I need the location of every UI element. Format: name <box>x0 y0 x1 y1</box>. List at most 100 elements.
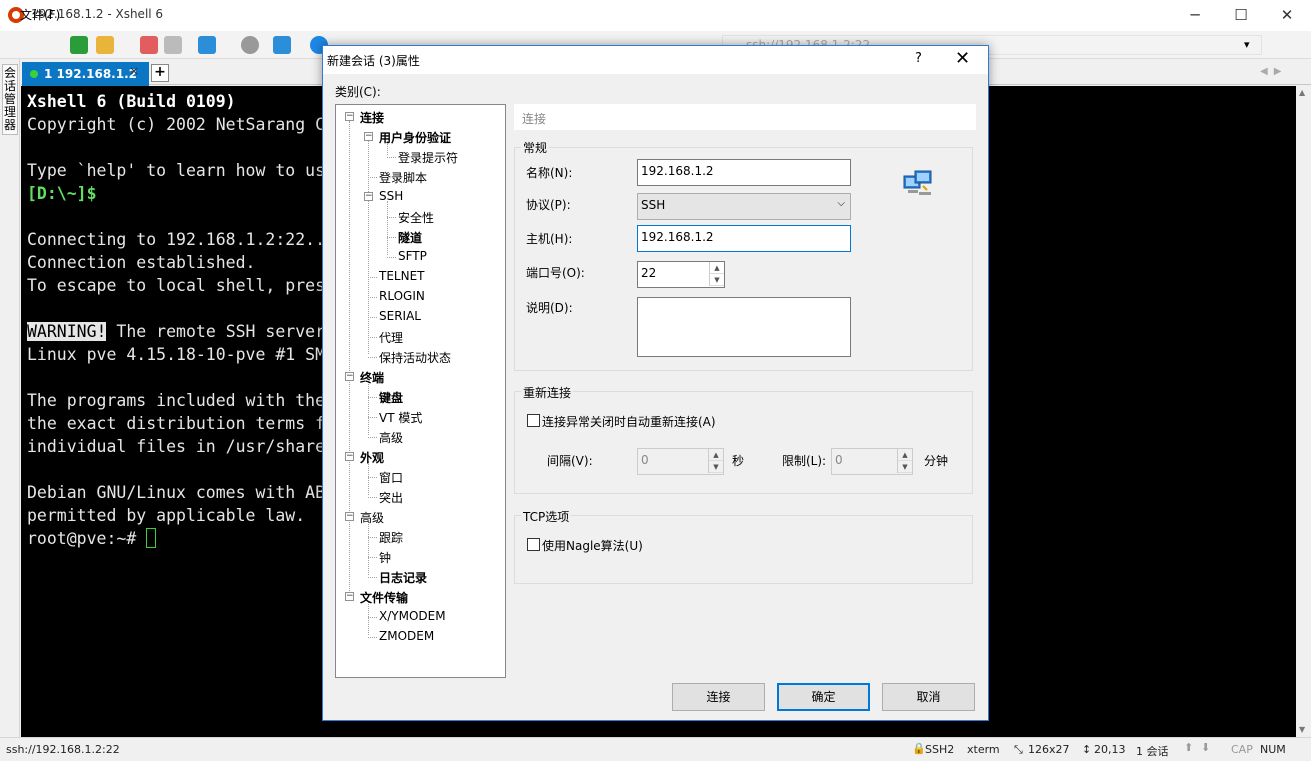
name-label: 名称(N): <box>526 166 573 180</box>
description-label: 说明(D): <box>526 301 573 315</box>
prev-session-icon[interactable]: ⬆ <box>1184 741 1193 754</box>
general-group-title: 常规 <box>521 139 550 156</box>
copy-paste-icon[interactable] <box>273 36 291 54</box>
maximize-button[interactable]: ☐ <box>1218 0 1264 31</box>
interval-label: 间隔(V): <box>547 454 593 468</box>
interval-value: 0 <box>641 453 649 467</box>
tab-close-icon[interactable]: × <box>129 64 139 78</box>
minimize-button[interactable]: ─ <box>1172 0 1218 31</box>
reconnect-group-title: 重新连接 <box>521 384 574 401</box>
dialog-close-button[interactable]: ✕ <box>955 48 970 69</box>
tree-item[interactable]: SERIAL <box>379 309 421 323</box>
terminal-scrollbar[interactable] <box>1296 86 1311 737</box>
auto-reconnect-label: 连接异常关闭时自动重新连接(A) <box>542 415 716 429</box>
terminal-cursor <box>146 528 157 548</box>
tree-item[interactable]: 保持活动状态 <box>379 349 451 366</box>
tree-item[interactable]: SFTP <box>398 249 427 263</box>
find-icon[interactable] <box>241 36 259 54</box>
cancel-button[interactable]: 取消 <box>882 683 975 711</box>
tree-item[interactable]: RLOGIN <box>379 289 425 303</box>
tree-expander-icon[interactable]: − <box>345 512 354 521</box>
description-field[interactable] <box>637 297 851 357</box>
tree-item[interactable]: 跟踪 <box>379 529 403 546</box>
protocol-select[interactable]: SSH ⌵ <box>637 193 851 220</box>
tree-item[interactable]: 日志记录 <box>379 569 427 586</box>
tree-item[interactable]: 窗口 <box>379 469 403 486</box>
disconnect-icon[interactable] <box>140 36 158 54</box>
tree-item[interactable]: X/YMODEM <box>379 609 446 623</box>
tree-item[interactable]: 突出 <box>379 489 403 506</box>
protocol-label: 协议(P): <box>526 198 571 212</box>
new-tab-button[interactable]: + <box>151 64 169 82</box>
session-manager-tab[interactable]: 会话管理器 <box>2 64 18 135</box>
session-manager-strip <box>0 59 20 737</box>
nagle-checkbox[interactable] <box>527 538 540 551</box>
status-protocol: SSH2 <box>925 743 955 756</box>
dialog-title: 新建会话 (3)属性 <box>327 54 420 68</box>
interval-spinner[interactable]: ▲ ▼ <box>708 449 723 473</box>
tree-expander-icon[interactable]: − <box>364 132 373 141</box>
tree-expander-icon[interactable]: − <box>345 452 354 461</box>
category-label: 类别(C): <box>335 85 381 99</box>
tree-item[interactable]: 外观 <box>360 449 384 466</box>
lock-icon: 🔒 <box>912 742 926 755</box>
term-line: the exact distribution terms f <box>27 414 326 433</box>
tree-item[interactable]: ZMODEM <box>379 629 434 643</box>
nagle-label: 使用Nagle算法(U) <box>542 539 643 553</box>
limit-unit: 分钟 <box>924 454 949 468</box>
tree-expander-icon[interactable]: − <box>364 192 373 201</box>
tree-expander-icon[interactable]: − <box>345 592 354 601</box>
tree-item[interactable]: 登录脚本 <box>379 169 427 186</box>
file-menu[interactable]: 文件(F) <box>20 6 60 23</box>
scroll-up-icon[interactable]: ▲ <box>1299 88 1305 97</box>
status-caps: CAP <box>1231 743 1253 756</box>
reconnect-icon[interactable] <box>164 36 182 54</box>
network-computers-icon <box>903 170 935 200</box>
port-spinner[interactable]: ▲ ▼ <box>709 262 724 286</box>
tree-item[interactable]: 键盘 <box>379 389 403 406</box>
close-window-button[interactable]: ✕ <box>1264 0 1310 31</box>
tree-item[interactable]: SSH <box>379 189 403 203</box>
tree-item[interactable]: 用户身份验证 <box>379 129 451 146</box>
tree-item[interactable]: VT 模式 <box>379 409 422 426</box>
tree-item[interactable]: TELNET <box>379 269 425 283</box>
help-button[interactable]: ? <box>915 51 922 66</box>
tree-item[interactable]: 高级 <box>379 429 403 446</box>
address-dropdown-icon[interactable]: ▾ <box>1244 38 1250 51</box>
status-size: 126x27 <box>1028 743 1070 756</box>
tree-expander-icon[interactable]: − <box>345 372 354 381</box>
category-tree[interactable]: − 连接 − 用户身份验证 登录提示符 登录脚本 − SSH 安全性 隧道 SFTP TELNET RL… <box>335 104 506 678</box>
new-session-icon[interactable] <box>70 36 88 54</box>
spin-down-icon: ▼ <box>898 461 912 473</box>
scroll-down-icon[interactable]: ▼ <box>1299 725 1305 734</box>
protocol-value: SSH <box>641 198 666 212</box>
term-line: The programs included with the <box>27 391 326 410</box>
properties-icon[interactable] <box>198 36 216 54</box>
connected-status-icon <box>30 70 38 78</box>
tcp-group-title: TCP选项 <box>521 508 572 525</box>
tree-item[interactable]: 登录提示符 <box>398 149 458 166</box>
spin-up-icon: ▲ <box>709 449 723 461</box>
term-line: Copyright (c) 2002 NetSarang C <box>27 115 326 134</box>
tree-item[interactable]: 代理 <box>379 329 403 346</box>
tree-item[interactable]: 文件传输 <box>360 589 408 606</box>
tree-item[interactable]: 安全性 <box>398 209 434 226</box>
tree-item[interactable]: 钟 <box>379 549 391 566</box>
term-line: Xshell 6 (Build 0109) <box>27 92 236 111</box>
ok-button[interactable]: 确定 <box>777 683 870 711</box>
connect-button[interactable]: 连接 <box>672 683 765 711</box>
tree-expander-icon[interactable]: − <box>345 112 354 121</box>
port-label: 端口号(O): <box>526 266 585 280</box>
auto-reconnect-checkbox[interactable] <box>527 414 540 427</box>
resize-icon: ⤡ <box>1014 743 1023 756</box>
open-folder-icon[interactable] <box>96 36 114 54</box>
tab-nav-arrows-icon[interactable]: ◀▶ <box>1260 66 1287 77</box>
next-session-icon[interactable]: ⬇ <box>1201 741 1210 754</box>
name-field[interactable]: 192.168.1.2 <box>637 159 851 186</box>
host-field[interactable]: 192.168.1.2 <box>637 225 851 252</box>
tree-item[interactable]: 终端 <box>360 369 384 386</box>
limit-spinner[interactable]: ▲ ▼ <box>897 449 912 473</box>
tree-item[interactable]: 连接 <box>360 109 384 126</box>
tree-item[interactable]: 隧道 <box>398 229 422 246</box>
tree-item[interactable]: 高级 <box>360 509 384 526</box>
